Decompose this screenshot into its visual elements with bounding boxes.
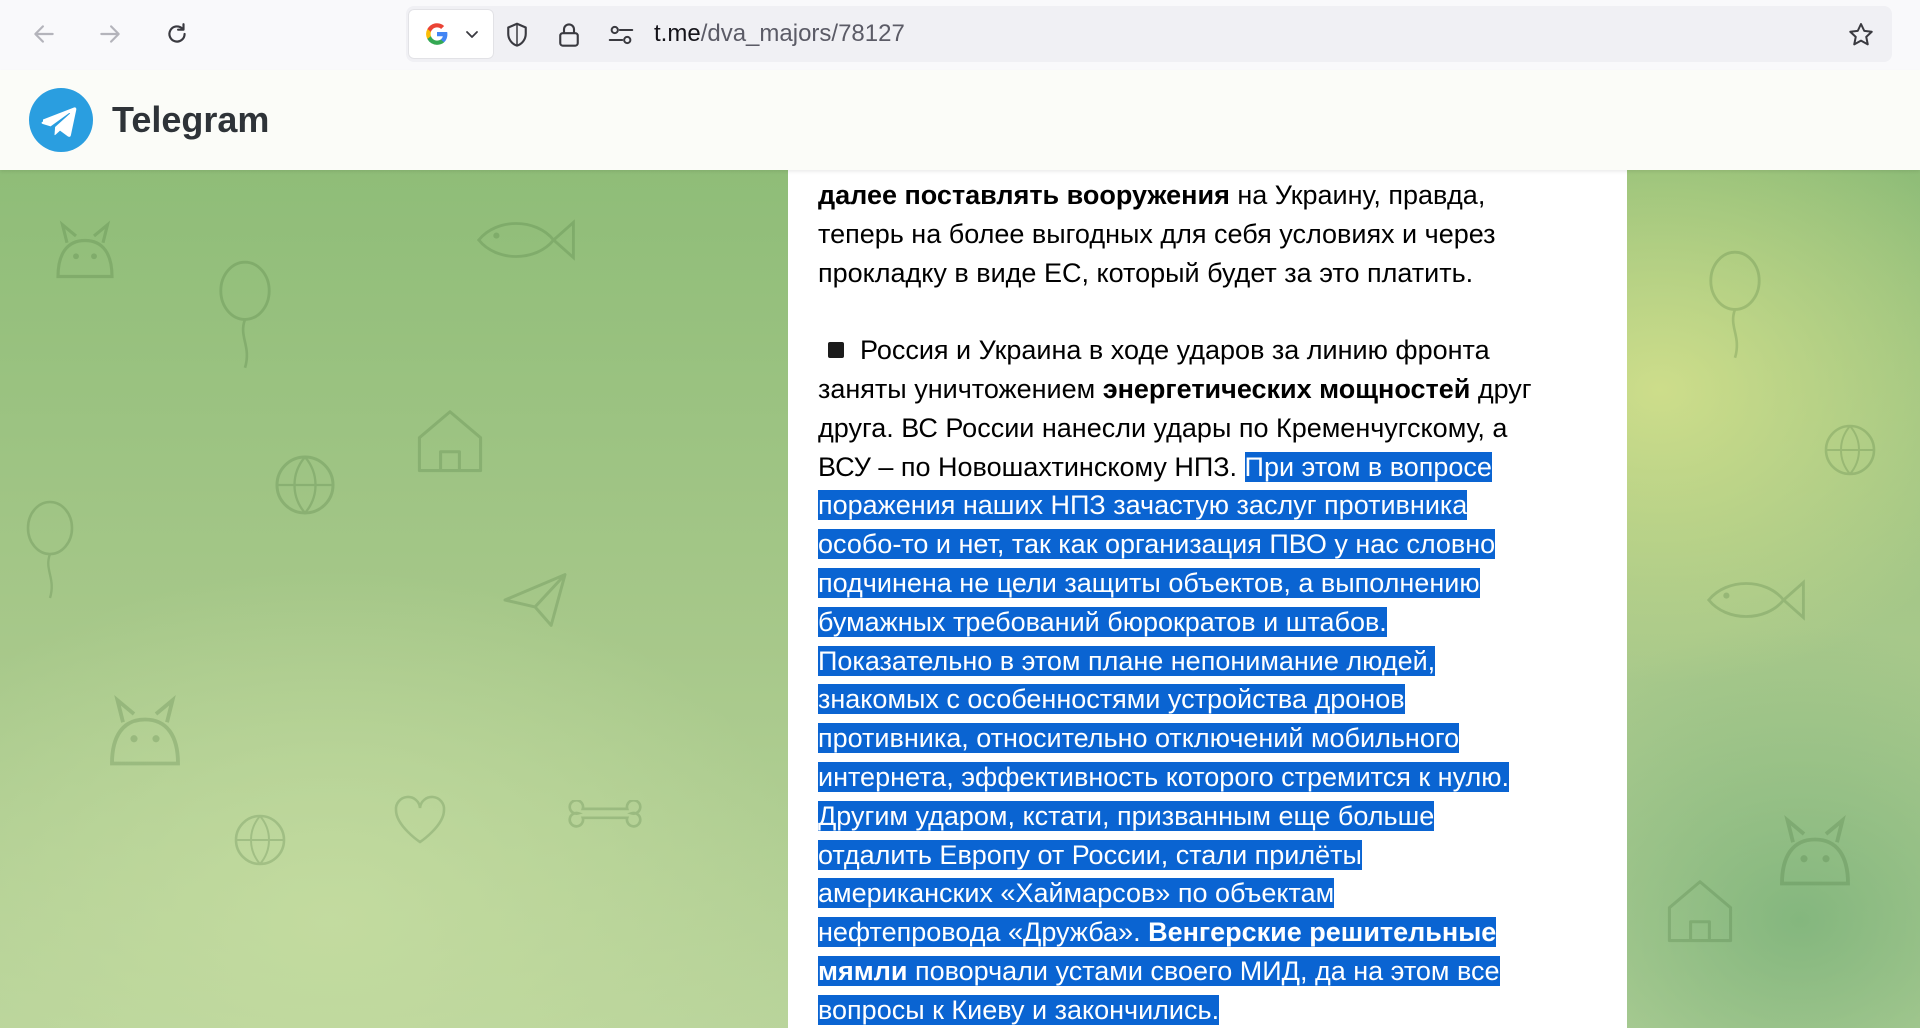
doodle-ball-icon xyxy=(275,455,335,515)
paragraph-1: далее поставлять вооружения на Украину, … xyxy=(818,180,1496,288)
selected-text: американских «Хаймарсов» по объектам xyxy=(818,878,1335,909)
doodle-paper-plane-icon xyxy=(503,573,567,627)
selected-text: интернета, эффективность которого стреми… xyxy=(818,761,1509,792)
doodle-balloon-icon xyxy=(26,500,74,599)
browser-toolbar: t.me/dva_majors/78127 xyxy=(0,0,1920,70)
telegram-header: Telegram xyxy=(0,70,1920,170)
shield-icon[interactable] xyxy=(502,20,532,50)
arrow-left-icon xyxy=(34,25,54,43)
doodle-cat-icon xyxy=(56,220,114,279)
doodle-fish-icon xyxy=(1706,579,1805,621)
selected-text: знакомых с особенностями устройства дрон… xyxy=(818,684,1405,715)
lock-icon[interactable] xyxy=(554,20,584,50)
url-text[interactable]: t.me/dva_majors/78127 xyxy=(654,19,905,49)
reload-button[interactable] xyxy=(155,12,199,56)
message-text[interactable]: далее поставлять вооружения на Украину, … xyxy=(818,176,1608,1028)
selected-text: поражения наших НПЗ зачастую заслуг прот… xyxy=(818,490,1468,521)
selected-text: Показательно в этом плане непонимание лю… xyxy=(818,645,1436,676)
address-bar[interactable]: t.me/dva_majors/78127 xyxy=(406,6,1892,62)
permissions-icon[interactable] xyxy=(606,20,636,50)
arrow-right-icon xyxy=(100,25,120,43)
selected-text: подчинена не цели защиты объектов, а вып… xyxy=(818,567,1480,598)
selected-text-bold: мямли xyxy=(818,955,908,986)
google-icon xyxy=(426,23,448,45)
selected-text: нефтепровода «Дружба». xyxy=(818,917,1149,948)
doodle-cat-icon xyxy=(110,694,180,766)
paragraph-2: Россия и Украина в ходе ударов за линию … xyxy=(818,335,1532,1025)
star-icon[interactable] xyxy=(1846,20,1876,50)
chevron-down-icon xyxy=(466,31,478,38)
doodle-cat-icon xyxy=(1780,814,1850,886)
selected-text: отдалить Европу от России, стали прилёты xyxy=(818,839,1362,870)
forward-button[interactable] xyxy=(88,12,132,56)
selected-text: поворчали устами своего МИД, да на этом … xyxy=(907,955,1500,986)
selected-text: Другим ударом, кстати, призванным еще бо… xyxy=(818,800,1435,831)
doodle-balloon-icon xyxy=(1709,250,1761,359)
doodle-ball-icon xyxy=(234,814,286,866)
doodle-balloon-icon xyxy=(219,260,271,369)
search-engine-button[interactable] xyxy=(408,9,494,59)
back-button[interactable] xyxy=(22,12,66,56)
doodle-ball-icon xyxy=(1824,424,1876,476)
doodle-bone-icon xyxy=(568,800,642,828)
selected-text: бумажных требований бюрократов и штабов. xyxy=(818,606,1387,637)
telegram-title[interactable]: Telegram xyxy=(112,98,269,142)
doodle-house-icon xyxy=(1667,880,1733,943)
telegram-logo-icon[interactable] xyxy=(29,88,93,152)
selected-text: противника, относительно отключений моби… xyxy=(818,723,1460,754)
black-square-bullet-icon xyxy=(828,342,844,359)
doodle-heart-icon xyxy=(394,795,446,844)
message-bubble: далее поставлять вооружения на Украину, … xyxy=(788,150,1627,1028)
doodle-house-icon xyxy=(417,410,483,473)
reload-icon xyxy=(168,23,186,43)
selected-text: При этом в вопросе xyxy=(1244,451,1492,482)
selected-text-bold: Венгерские решительные xyxy=(1148,917,1497,948)
selected-text: особо-то и нет, так как организация ПВО … xyxy=(818,529,1496,560)
doodle-fish-icon xyxy=(476,219,575,261)
selected-text: вопросы к Киеву и закончились. xyxy=(818,994,1220,1025)
